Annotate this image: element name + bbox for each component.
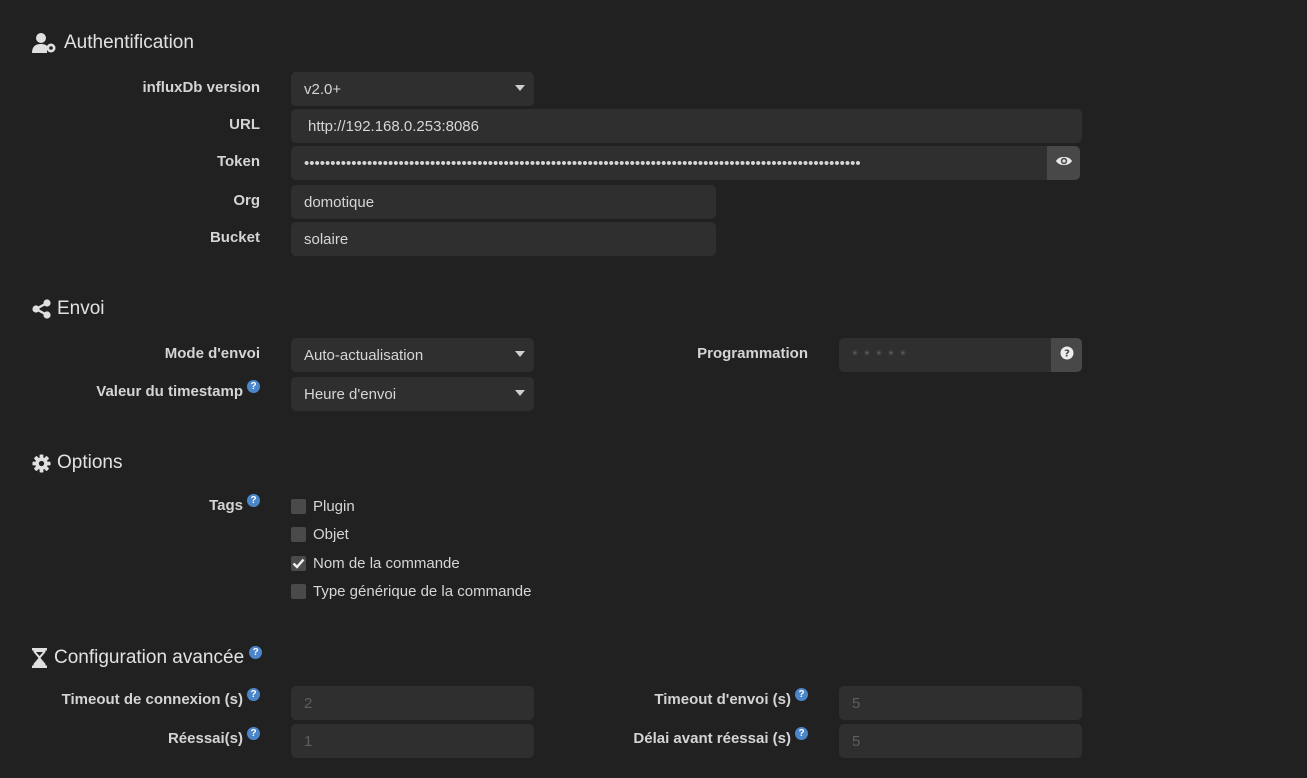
org-value: domotique <box>304 193 375 211</box>
svg-text:?: ? <box>1064 348 1070 359</box>
timeout-envoi-label-text: Timeout d'envoi (s) <box>654 691 791 708</box>
org-label: Org <box>233 192 260 209</box>
question-circle-icon: ? <box>1060 346 1074 365</box>
gear-icon <box>32 453 51 473</box>
tag-option-type-generique[interactable]: Type générique de la commande <box>291 583 531 600</box>
reessai-placeholder: 1 <box>304 732 313 750</box>
check-icon <box>292 558 305 569</box>
section-title-text: Configuration avancée <box>54 647 245 668</box>
help-icon[interactable]: ? <box>247 494 260 507</box>
token-input[interactable]: ••••••••••••••••••••••••••••••••••••••••… <box>291 146 1048 180</box>
user-cog-icon <box>32 32 58 54</box>
section-title-text: Envoi <box>57 298 105 319</box>
timestamp-select[interactable]: Heure d'envoi <box>291 377 534 411</box>
tags-label: Tags? <box>209 494 260 514</box>
timeout-envoi-label: Timeout d'envoi (s)? <box>654 688 808 708</box>
url-value: http://192.168.0.253:8086 <box>308 117 479 135</box>
timestamp-label-text: Valeur du timestamp <box>96 383 243 400</box>
reessai-label-text: Réessai(s) <box>167 730 243 747</box>
caret-down-icon <box>515 390 525 396</box>
checkbox[interactable] <box>291 584 306 599</box>
bucket-input[interactable]: solaire <box>291 222 716 256</box>
tags-label-text: Tags <box>209 497 243 514</box>
section-title-configuration-avancee: Configuration avancée? <box>32 645 263 669</box>
help-icon[interactable]: ? <box>247 688 260 701</box>
bucket-value: solaire <box>304 230 349 248</box>
checkbox-checked[interactable] <box>291 556 306 571</box>
share-icon <box>32 299 51 319</box>
help-icon[interactable]: ? <box>247 727 260 740</box>
timeout-connexion-input[interactable]: 2 <box>291 686 534 720</box>
timeout-connexion-placeholder: 2 <box>304 694 313 712</box>
caret-down-icon <box>515 351 525 357</box>
token-value: ••••••••••••••••••••••••••••••••••••••••… <box>304 154 861 172</box>
timestamp-label: Valeur du timestamp? <box>96 380 260 400</box>
help-icon[interactable]: ? <box>247 380 260 393</box>
bucket-label: Bucket <box>209 229 260 246</box>
reessai-input[interactable]: 1 <box>291 724 534 758</box>
token-label: Token <box>216 153 260 170</box>
checkbox-label: Nom de la commande <box>313 555 460 572</box>
delai-label: Délai avant réessai (s)? <box>633 727 808 747</box>
tag-option-nom-commande[interactable]: Nom de la commande <box>291 555 460 572</box>
hourglass-icon <box>32 648 47 668</box>
checkbox[interactable] <box>291 527 306 542</box>
help-icon[interactable]: ? <box>795 727 808 740</box>
url-input[interactable]: http://192.168.0.253:8086 <box>291 109 1082 143</box>
caret-down-icon <box>515 85 525 91</box>
influx-version-label: influxDb version <box>142 79 260 96</box>
section-title-text: Authentification <box>64 32 194 53</box>
mode-envoi-select[interactable]: Auto-actualisation <box>291 338 534 372</box>
eye-icon <box>1055 154 1073 172</box>
timeout-envoi-placeholder: 5 <box>852 694 861 712</box>
programmation-input[interactable]: * * * * * <box>839 338 1052 372</box>
url-label: URL <box>229 116 260 133</box>
timeout-envoi-input[interactable]: 5 <box>839 686 1082 720</box>
delai-input[interactable]: 5 <box>839 724 1082 758</box>
programmation-label: Programmation <box>697 345 808 362</box>
delai-label-text: Délai avant réessai (s) <box>633 730 791 747</box>
influx-version-select[interactable]: v2.0+ <box>291 72 534 106</box>
tag-option-objet[interactable]: Objet <box>291 526 349 543</box>
section-title-authentification: Authentification <box>32 32 194 54</box>
help-icon[interactable]: ? <box>795 688 808 701</box>
checkbox-label: Type générique de la commande <box>313 583 532 600</box>
section-title-envoi: Envoi <box>32 298 105 320</box>
programmation-placeholder: * * * * * <box>852 346 907 364</box>
timeout-connexion-label-text: Timeout de connexion (s) <box>61 691 243 708</box>
timeout-connexion-label: Timeout de connexion (s)? <box>61 688 260 708</box>
tag-option-plugin[interactable]: Plugin <box>291 498 355 515</box>
section-title-text: Options <box>57 452 123 473</box>
programmation-help-button[interactable]: ? <box>1051 338 1082 372</box>
checkbox-label: Plugin <box>313 498 355 515</box>
timestamp-value: Heure d'envoi <box>304 385 397 403</box>
checkbox-label: Objet <box>313 526 349 543</box>
influx-version-value: v2.0+ <box>304 80 342 98</box>
delai-placeholder: 5 <box>852 732 861 750</box>
reessai-label: Réessai(s)? <box>167 727 260 747</box>
mode-envoi-value: Auto-actualisation <box>304 346 424 364</box>
mode-envoi-label: Mode d'envoi <box>164 345 260 362</box>
show-token-button[interactable] <box>1047 146 1080 180</box>
section-title-options: Options <box>32 452 122 474</box>
org-input[interactable]: domotique <box>291 185 716 219</box>
help-icon[interactable]: ? <box>249 645 263 659</box>
checkbox[interactable] <box>291 499 306 514</box>
